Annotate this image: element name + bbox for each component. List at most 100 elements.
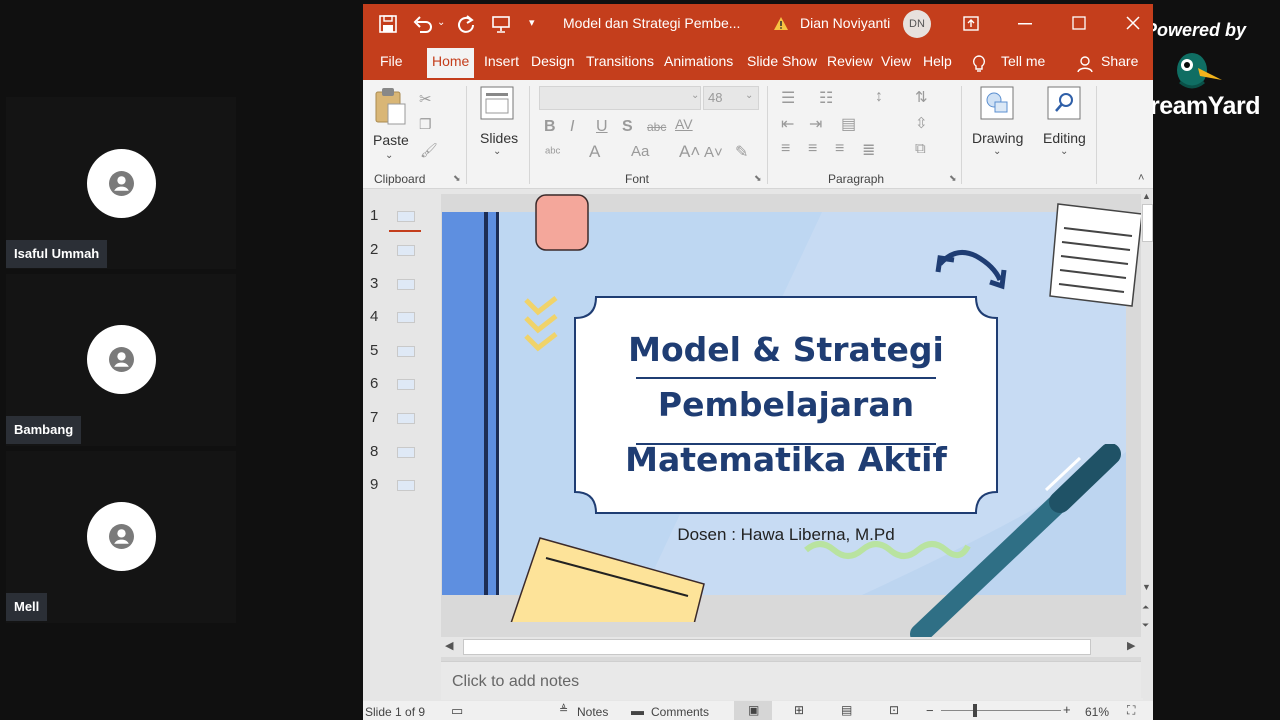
tab-design[interactable]: Design: [531, 53, 575, 69]
new-slide-icon[interactable]: [480, 86, 514, 120]
notes-toggle-icon[interactable]: ≜: [559, 703, 568, 716]
scrollbar-thumb[interactable]: [1142, 204, 1153, 242]
find-icon[interactable]: [1047, 86, 1081, 120]
align-center-icon[interactable]: ≡: [808, 140, 817, 158]
slide-number[interactable]: 9: [370, 476, 378, 493]
justify-icon[interactable]: ≣: [862, 140, 875, 160]
slide-thumbnail[interactable]: [397, 447, 415, 458]
zoom-slider-track[interactable]: [941, 710, 1061, 711]
slide-thumbnail[interactable]: [397, 346, 415, 357]
comments-icon[interactable]: ▬: [631, 703, 644, 718]
redo-icon[interactable]: [457, 15, 475, 33]
slide-thumbnail[interactable]: [397, 211, 415, 222]
slide-subtitle[interactable]: Dosen : Hawa Liberna, M.Pd: [574, 525, 998, 545]
columns-icon[interactable]: ▤: [841, 114, 856, 134]
tab-transitions[interactable]: Transitions: [586, 53, 654, 69]
tab-view[interactable]: View: [881, 53, 911, 69]
customize-toolbar-icon[interactable]: ▾: [529, 16, 535, 29]
vertical-scrollbar[interactable]: ▲ ▼ ⏶ ⏷: [1141, 190, 1153, 698]
collapse-ribbon-icon[interactable]: ˄: [1138, 172, 1144, 184]
drawing-shapes-icon[interactable]: [980, 86, 1014, 120]
slide-thumbnail[interactable]: [397, 379, 415, 390]
lightbulb-icon[interactable]: [972, 55, 986, 73]
align-left-icon[interactable]: ≡: [781, 140, 790, 158]
paste-icon[interactable]: [373, 86, 407, 126]
comments-button[interactable]: Comments: [651, 705, 709, 719]
slide-thumbnail[interactable]: [397, 413, 415, 424]
dialog-launcher-icon[interactable]: ⬊: [754, 173, 762, 184]
slides-dropdown-icon[interactable]: ⌄: [493, 146, 501, 157]
slide-title-line-3[interactable]: Matematika Aktif: [574, 440, 998, 479]
next-slide-icon[interactable]: ⏷: [1142, 620, 1149, 631]
tab-file[interactable]: File: [380, 53, 403, 69]
slide-number[interactable]: 7: [370, 409, 378, 426]
slide-number[interactable]: 2: [370, 241, 378, 258]
dialog-launcher-icon[interactable]: ⬊: [949, 173, 957, 184]
slide-sorter-icon[interactable]: ⊞: [794, 703, 804, 717]
slides-label[interactable]: Slides: [480, 130, 518, 146]
cut-icon[interactable]: ✂: [419, 90, 432, 108]
share-person-icon[interactable]: [1077, 56, 1095, 73]
participant-tile[interactable]: Isaful Ummah: [6, 97, 236, 269]
clear-formatting-icon[interactable]: ᵃᵇᶜ: [545, 144, 560, 160]
dialog-launcher-icon[interactable]: ⬊: [453, 173, 461, 184]
zoom-slider-thumb[interactable]: [973, 704, 977, 717]
tab-help[interactable]: Help: [923, 53, 952, 69]
slide-number[interactable]: 4: [370, 308, 378, 325]
text-direction-icon[interactable]: ⇅: [915, 88, 928, 106]
strikethrough-icon[interactable]: abc: [647, 120, 666, 134]
scroll-up-icon[interactable]: ▲: [1142, 191, 1151, 201]
format-painter-icon[interactable]: 🖌: [420, 142, 438, 159]
copy-icon[interactable]: ❐: [419, 116, 432, 133]
zoom-in-icon[interactable]: +: [1063, 702, 1071, 717]
slide-number[interactable]: 6: [370, 375, 378, 392]
bold-icon[interactable]: B: [544, 118, 556, 136]
italic-icon[interactable]: I: [570, 118, 574, 136]
zoom-level[interactable]: 61%: [1085, 705, 1109, 719]
zoom-out-icon[interactable]: −: [926, 703, 934, 718]
user-name[interactable]: Dian Noviyanti: [800, 15, 890, 31]
slide-number[interactable]: 1: [370, 207, 378, 224]
align-right-icon[interactable]: ≡: [835, 140, 844, 158]
scrollbar-thumb[interactable]: [463, 639, 1091, 655]
present-icon[interactable]: [491, 15, 511, 33]
editing-dropdown-icon[interactable]: ⌄: [1060, 146, 1068, 157]
highlight-icon[interactable]: ✎: [735, 142, 748, 162]
spell-check-icon[interactable]: ▭: [451, 703, 463, 719]
maximize-icon[interactable]: [1072, 16, 1086, 30]
save-icon[interactable]: [379, 15, 397, 33]
previous-slide-icon[interactable]: ⏶: [1142, 602, 1149, 613]
change-case-icon[interactable]: Aa: [631, 143, 649, 160]
increase-font-size-icon[interactable]: A˄: [679, 142, 700, 162]
slide-1[interactable]: Model & Strategi Pembelajaran Matematika…: [442, 194, 1143, 644]
reading-view-icon[interactable]: ▤: [841, 703, 852, 717]
slide-thumbnail[interactable]: [397, 312, 415, 323]
slide-thumbnail[interactable]: [397, 245, 415, 256]
notes-pane[interactable]: Click to add notes: [441, 661, 1143, 700]
drawing-dropdown-icon[interactable]: ⌄: [993, 146, 1001, 157]
font-size-dropdown-icon[interactable]: ⌄: [745, 90, 753, 101]
smartart-icon[interactable]: ⧉: [915, 140, 926, 157]
drawing-label[interactable]: Drawing: [972, 130, 1023, 146]
scroll-down-icon[interactable]: ▼: [1142, 582, 1151, 592]
horizontal-scrollbar[interactable]: ◀ ▶: [441, 637, 1143, 657]
tab-slide-show[interactable]: Slide Show: [747, 53, 817, 69]
align-text-icon[interactable]: ⇳: [915, 114, 928, 132]
slide-thumbnail[interactable]: [397, 279, 415, 290]
participant-tile[interactable]: Bambang: [6, 274, 236, 446]
notes-button[interactable]: Notes: [577, 705, 608, 719]
slide-number[interactable]: 3: [370, 275, 378, 292]
slideshow-icon[interactable]: ⊡: [889, 703, 899, 717]
tab-review[interactable]: Review: [827, 53, 873, 69]
notes-placeholder[interactable]: Click to add notes: [452, 673, 579, 691]
minimize-icon[interactable]: [1018, 23, 1032, 25]
user-avatar[interactable]: DN: [903, 10, 931, 38]
slide-title-line-2[interactable]: Pembelajaran: [574, 385, 998, 424]
fit-to-window-icon[interactable]: ⛶: [1127, 703, 1135, 718]
slide-thumbnail[interactable]: [397, 480, 415, 491]
scroll-left-icon[interactable]: ◀: [445, 639, 453, 652]
decrease-indent-icon[interactable]: ⇤: [781, 114, 794, 134]
tab-animations[interactable]: Animations: [664, 53, 733, 69]
line-spacing-icon[interactable]: ↕: [875, 88, 883, 106]
increase-indent-icon[interactable]: ⇥: [809, 114, 822, 134]
